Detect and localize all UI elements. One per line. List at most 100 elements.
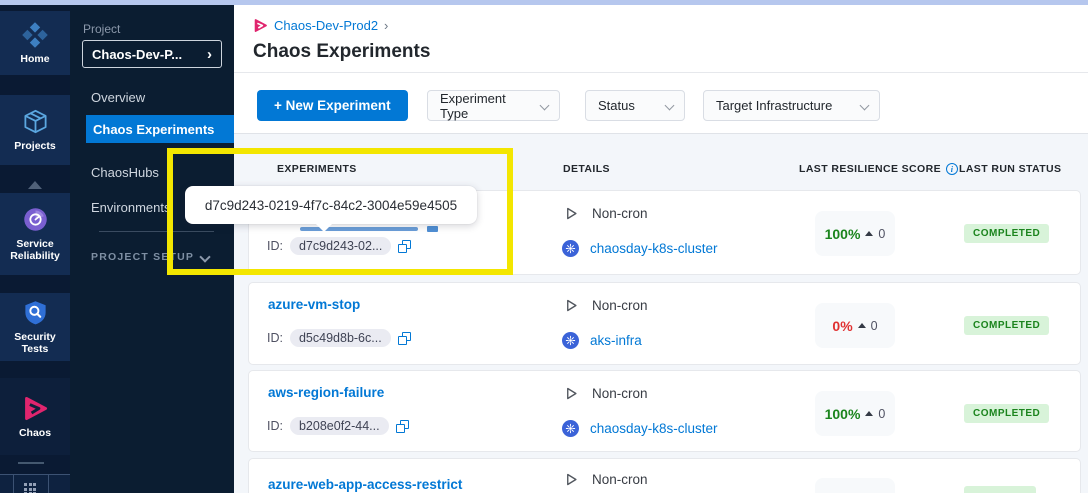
kubernetes-icon <box>562 332 579 349</box>
score-delta: 0 <box>878 227 885 241</box>
rail-item-chaos[interactable]: Chaos <box>0 378 70 455</box>
app-launcher-grid-icon[interactable] <box>24 483 37 493</box>
experiment-id-value: b208e0f2-44... <box>290 417 389 435</box>
column-header-experiments: EXPERIMENTS <box>277 163 357 175</box>
sidebar-item-overview[interactable]: Overview <box>91 90 145 105</box>
schedule-cell: Non-cron <box>564 472 648 487</box>
table-row[interactable]: azure-web-app-access-restrict Non-cron <box>248 458 1081 493</box>
target-infrastructure-filter[interactable]: Target Infrastructure <box>703 90 880 121</box>
resilience-score-pill[interactable]: 100% 0 <box>815 391 895 436</box>
project-selector[interactable]: Chaos-Dev-P... › <box>82 40 222 68</box>
delta-up-icon <box>858 323 866 328</box>
experiment-name-link[interactable]: azure-web-app-access-restrict <box>268 477 462 492</box>
obscured-copy-icon <box>427 226 438 232</box>
new-experiment-button[interactable]: + New Experiment <box>257 90 408 121</box>
chevron-right-icon: › <box>207 47 212 62</box>
sidebar-item-chaoshubs[interactable]: ChaosHubs <box>91 165 159 180</box>
module-rail: Home Projects Service Reliability Securi… <box>0 5 70 493</box>
chaos-breadcrumb-icon <box>253 18 268 33</box>
sidebar-item-label: Chaos Experiments <box>93 122 214 137</box>
rail-scroll-up-icon[interactable] <box>28 181 42 189</box>
breadcrumb-separator: › <box>384 18 388 33</box>
schedule-label: Non-cron <box>592 206 648 221</box>
rail-item-projects[interactable]: Projects <box>0 95 70 165</box>
schedule-label: Non-cron <box>592 386 648 401</box>
experiment-id-tooltip: d7c9d243-0219-4f7c-84c2-3004e59e4505 <box>185 186 477 224</box>
breadcrumb-project-link[interactable]: Chaos-Dev-Prod2 <box>274 18 378 33</box>
id-label: ID: <box>267 419 283 433</box>
resilience-score-pill[interactable]: 0% 0 <box>815 303 895 348</box>
filter-label: Target Infrastructure <box>716 98 832 113</box>
table-row[interactable]: azure-vm-stop ID: d5c49d8b-6c... Non-cro… <box>248 282 1081 365</box>
infrastructure-cell: chaosday-k8s-cluster <box>562 240 718 257</box>
score-value: 100% <box>825 406 861 422</box>
column-header-label: LAST RESILIENCE SCORE <box>799 163 941 175</box>
project-label: Project <box>83 22 120 36</box>
projects-cube-icon <box>22 108 49 135</box>
experiment-type-filter[interactable]: Experiment Type <box>427 90 560 121</box>
info-icon[interactable]: i <box>946 163 958 175</box>
rail-item-label: Chaos <box>19 427 51 439</box>
project-sidebar: Project Chaos-Dev-P... › Overview Chaos … <box>70 5 234 493</box>
infrastructure-link[interactable]: chaosday-k8s-cluster <box>590 241 718 256</box>
kubernetes-icon <box>562 240 579 257</box>
resilience-score-pill[interactable] <box>815 478 895 493</box>
play-icon <box>564 298 579 313</box>
play-icon <box>564 472 579 487</box>
rail-item-home[interactable]: Home <box>0 11 70 75</box>
toolbar: + New Experiment Experiment Type Status … <box>234 73 1088 134</box>
rail-item-label: Service Reliability <box>7 238 63 262</box>
rail-bottom-bar <box>0 474 70 493</box>
filter-label: Status <box>598 98 635 113</box>
score-delta: 0 <box>871 319 878 333</box>
project-selector-value: Chaos-Dev-P... <box>92 47 182 62</box>
experiment-name-link[interactable]: aws-region-failure <box>268 385 384 400</box>
status-badge: COMPLETED <box>964 316 1049 335</box>
sidebar-divider <box>99 231 214 232</box>
security-tests-shield-icon <box>22 299 49 326</box>
column-header-last-run-status: LAST RUN STATUS <box>959 163 1061 175</box>
project-setup-section[interactable]: PROJECT SETUP <box>91 251 194 263</box>
experiment-name-link[interactable]: azure-vm-stop <box>268 297 360 312</box>
delta-up-icon <box>865 411 873 416</box>
experiment-id-value: d7c9d243-02... <box>290 237 391 255</box>
infrastructure-link[interactable]: chaosday-k8s-cluster <box>590 421 718 436</box>
id-label: ID: <box>267 331 283 345</box>
chevron-down-icon[interactable] <box>199 251 210 262</box>
column-header-resilience-score: LAST RESILIENCE SCORE i <box>799 163 958 175</box>
experiment-id-row: ID: d5c49d8b-6c... <box>267 329 411 347</box>
chaos-icon <box>22 395 49 422</box>
breadcrumb: Chaos-Dev-Prod2 › <box>253 18 388 33</box>
chevron-down-icon <box>665 101 675 111</box>
infrastructure-link[interactable]: aks-infra <box>590 333 642 348</box>
chevron-down-icon <box>860 101 870 111</box>
sidebar-item-chaos-experiments[interactable]: Chaos Experiments <box>86 115 234 143</box>
rail-item-label: Security Tests <box>0 331 70 355</box>
copy-icon[interactable] <box>398 240 411 253</box>
service-reliability-icon <box>22 206 49 233</box>
play-icon <box>564 386 579 401</box>
schedule-cell: Non-cron <box>564 206 648 221</box>
schedule-label: Non-cron <box>592 472 648 487</box>
rail-item-security-tests[interactable]: Security Tests <box>0 293 70 361</box>
copy-icon[interactable] <box>398 332 411 345</box>
column-header-details: DETAILS <box>563 163 610 175</box>
copy-icon[interactable] <box>396 420 409 433</box>
score-value: 0% <box>832 318 852 334</box>
status-filter[interactable]: Status <box>585 90 685 121</box>
resilience-score-pill[interactable]: 100% 0 <box>815 211 895 256</box>
page-title: Chaos Experiments <box>253 41 430 63</box>
sidebar-item-environments[interactable]: Environments <box>91 200 170 215</box>
table-row[interactable]: aws-region-failure ID: b208e0f2-44... No… <box>248 370 1081 452</box>
schedule-cell: Non-cron <box>564 298 648 313</box>
filter-label: Experiment Type <box>440 91 529 121</box>
tooltip-caret <box>315 223 333 232</box>
kubernetes-icon <box>562 420 579 437</box>
rail-item-label: Home <box>20 53 49 65</box>
status-badge <box>964 486 1036 493</box>
rail-item-service-reliability[interactable]: Service Reliability <box>0 193 70 275</box>
play-icon <box>564 206 579 221</box>
score-value: 100% <box>825 226 861 242</box>
schedule-label: Non-cron <box>592 298 648 313</box>
schedule-cell: Non-cron <box>564 386 648 401</box>
